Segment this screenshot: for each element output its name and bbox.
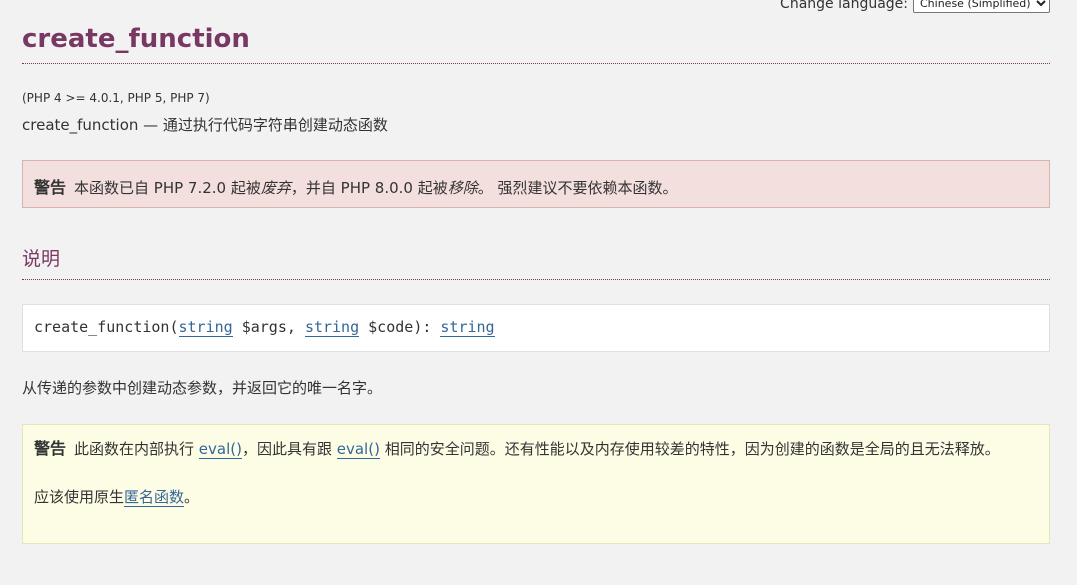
security-text-2: ，因此具有跟: [241, 440, 337, 458]
advice-suffix: 。: [184, 488, 200, 506]
security-text-3: 相同的安全问题。还有性能以及内存使用较差的特性，因为创建的函数是全局的且无法释放…: [379, 440, 1000, 458]
warning-text-1: 本函数已自 PHP 7.2.0 起被: [74, 179, 261, 197]
return-type-link[interactable]: string: [440, 318, 495, 337]
param1-name: $args: [232, 318, 287, 336]
warning-deprecated-term: 废弃: [260, 179, 291, 197]
security-text-1: 此函数在内部执行: [74, 440, 199, 458]
function-description: 从传递的参数中创建动态参数，并返回它的唯一名字。: [22, 379, 383, 397]
security-warning: 警告 此函数在内部执行 eval()，因此具有跟 eval() 相同的安全问题。还…: [22, 424, 1050, 544]
eval-link-1[interactable]: eval(): [198, 440, 242, 459]
method-signature: create_function(string $args, string $co…: [22, 304, 1050, 352]
php-manual-page: Change language: Chinese (Simplified) cr…: [0, 0, 1077, 585]
section-title-description: 说明: [22, 248, 61, 270]
signature-close: ):: [413, 318, 441, 336]
advice-paragraph: 应该使用原生匿名函数。: [34, 485, 1038, 509]
anonymous-functions-link[interactable]: 匿名函数: [124, 488, 185, 507]
param1-type-link[interactable]: string: [178, 318, 233, 337]
advice-prefix: 应该使用原生: [34, 488, 125, 506]
eval-link-2[interactable]: eval(): [336, 440, 380, 459]
security-warning-label: 警告: [34, 439, 67, 458]
warning-text-3: 。 强烈建议不要依赖本函数。: [477, 179, 678, 197]
security-warning-paragraph: 警告 此函数在内部执行 eval()，因此具有跟 eval() 相同的安全问题。还…: [34, 437, 1038, 461]
title-divider: [22, 63, 1050, 64]
signature-open-paren: (: [169, 318, 179, 336]
section-divider: [22, 279, 1050, 280]
deprecation-warning: 警告 本函数已自 PHP 7.2.0 起被废弃，并自 PHP 8.0.0 起被移除…: [22, 160, 1050, 208]
warning-label: 警告: [34, 178, 67, 197]
function-purpose: create_function — 通过执行代码字符串创建动态函数: [22, 116, 388, 134]
signature-separator: ,: [286, 318, 305, 336]
warning-text-2: ，并自 PHP 8.0.0 起被: [290, 179, 448, 197]
version-info: (PHP 4 >= 4.0.1, PHP 5, PHP 7): [22, 91, 210, 105]
warning-removed-term: 移除: [447, 179, 478, 197]
page-title: create_function: [22, 24, 250, 54]
signature-function-name: create_function: [34, 318, 170, 336]
param2-name: $code: [359, 318, 414, 336]
main-content: create_function (PHP 4 >= 4.0.1, PHP 5, …: [22, 0, 1050, 544]
param2-type-link[interactable]: string: [304, 318, 360, 337]
